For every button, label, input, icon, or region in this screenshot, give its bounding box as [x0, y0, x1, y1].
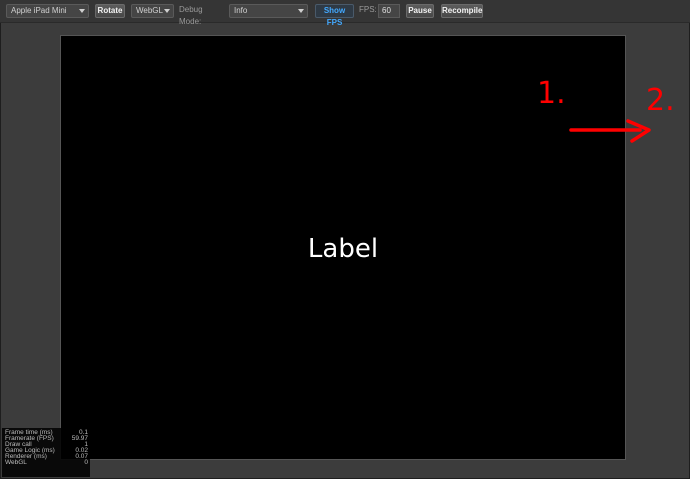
red-annotation: 1. 2. [537, 76, 675, 143]
annotation-mark-1: 1. [537, 76, 566, 111]
annotation-mark-2: 2. [646, 83, 675, 118]
arrow-right-icon [569, 119, 651, 143]
